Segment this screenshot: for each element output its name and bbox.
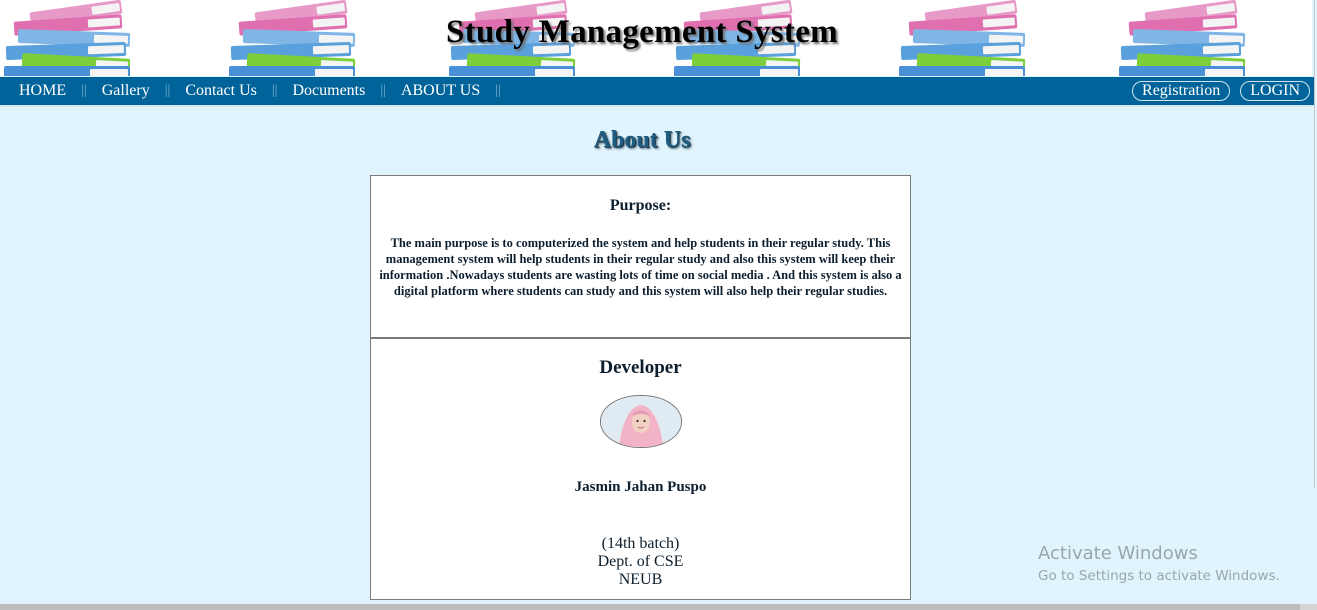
- activate-windows-watermark: Activate Windows Go to Settings to activ…: [1038, 543, 1280, 584]
- horizontal-scrollbar-thumb[interactable]: [0, 604, 1300, 610]
- nav-separator: ||: [164, 83, 171, 98]
- book-icon: [674, 66, 800, 76]
- purpose-text: The main purpose is to computerized the …: [379, 236, 902, 298]
- developer-details: (14th batch) Dept. of CSE NEUB: [371, 535, 910, 589]
- avatar-portrait-icon: [600, 396, 681, 447]
- nav-separator: ||: [495, 83, 501, 98]
- book-icon: [1119, 66, 1245, 76]
- site-title: Study Management System: [446, 14, 838, 50]
- book-icon: [449, 66, 575, 76]
- nav-home-link[interactable]: HOME: [10, 82, 75, 100]
- registration-button[interactable]: Registration: [1132, 81, 1231, 101]
- nav-documents-link[interactable]: Documents: [283, 82, 374, 100]
- book-icon: [229, 66, 355, 76]
- main-navbar: HOME || Gallery || Contact Us || Documen…: [0, 77, 1314, 107]
- login-button[interactable]: LOGIN: [1240, 81, 1310, 101]
- nav-separator: ||: [380, 83, 386, 98]
- purpose-title: Purpose:: [609, 197, 672, 214]
- purpose-section: Purpose: The main purpose is to computer…: [371, 176, 910, 339]
- nav-separator: ||: [271, 83, 278, 98]
- header-banner: Study Management System: [0, 0, 1312, 76]
- about-box: Purpose: The main purpose is to computer…: [370, 175, 911, 600]
- developer-dept: Dept. of CSE: [597, 553, 684, 570]
- activate-line-1: Activate Windows: [1038, 543, 1198, 564]
- nav-contact-link[interactable]: Contact Us: [176, 82, 266, 100]
- nav-gallery-link[interactable]: Gallery: [93, 82, 159, 100]
- nav-separator: ||: [81, 83, 87, 98]
- developer-university: NEUB: [618, 571, 663, 588]
- book-icon: [4, 66, 130, 76]
- book-icon: [899, 66, 1025, 76]
- vertical-scrollbar-track[interactable]: [1314, 0, 1315, 488]
- nav-about-link[interactable]: ABOUT US: [392, 82, 489, 100]
- nav-links: HOME || Gallery || Contact Us || Documen…: [10, 77, 507, 105]
- developer-avatar: [599, 395, 682, 448]
- page-heading: About Us: [593, 127, 691, 153]
- developer-section: Developer Jasmin Jahan Puspo (14th batch…: [371, 339, 910, 589]
- activate-line-2: Go to Settings to activate Windows.: [1038, 568, 1280, 584]
- auth-links: Registration LOGIN: [1132, 81, 1310, 101]
- developer-title: Developer: [599, 357, 682, 378]
- developer-name: Jasmin Jahan Puspo: [574, 479, 707, 495]
- developer-batch: (14th batch): [601, 535, 680, 552]
- horizontal-scrollbar[interactable]: [0, 604, 1317, 610]
